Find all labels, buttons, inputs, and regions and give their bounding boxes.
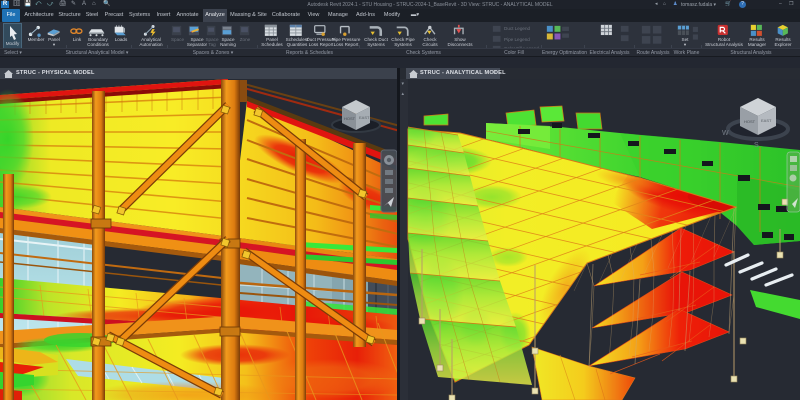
svg-text:W: W <box>722 130 729 137</box>
svg-text:EAST: EAST <box>761 118 772 123</box>
svg-text:S: S <box>754 142 759 149</box>
svg-text:HOST: HOST <box>744 119 756 124</box>
svg-text:HOST: HOST <box>344 116 356 121</box>
svg-text:EAST: EAST <box>359 115 370 120</box>
